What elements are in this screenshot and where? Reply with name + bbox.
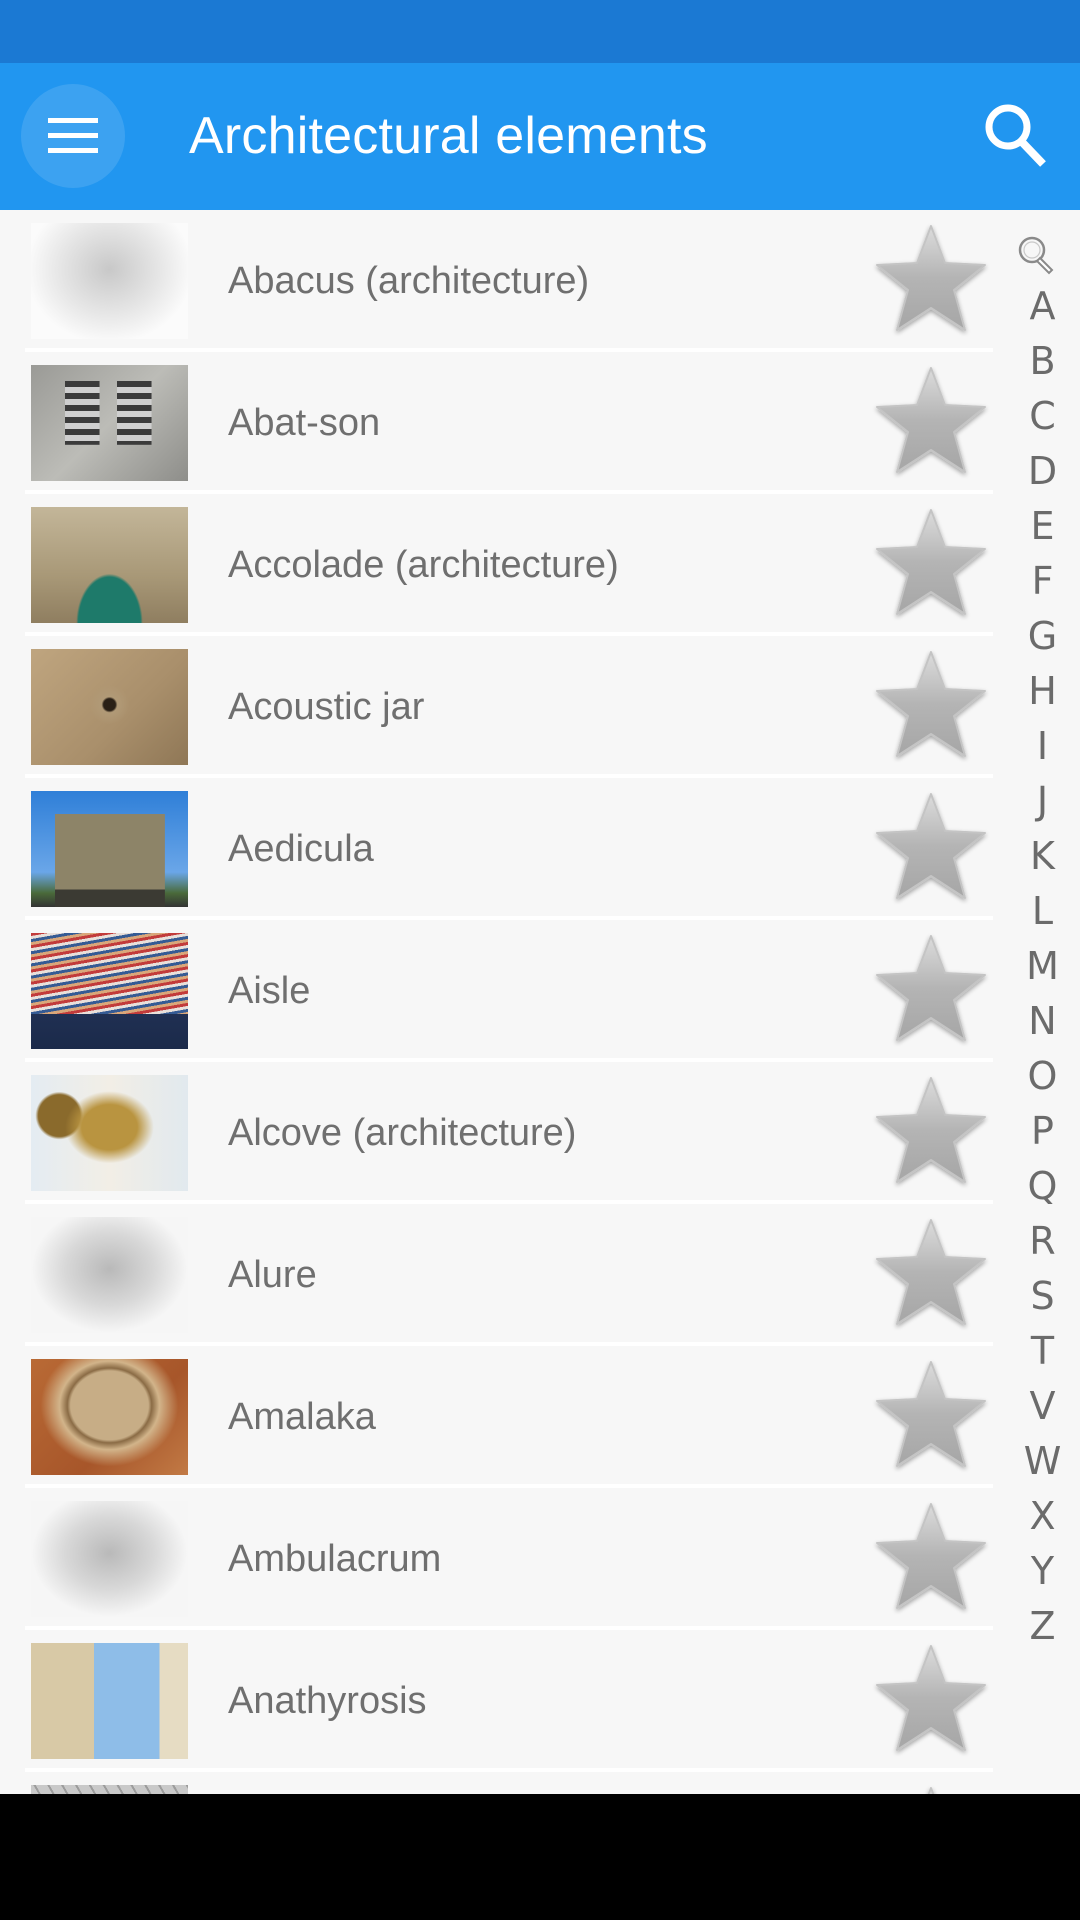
thumbnail-image: [31, 933, 188, 1049]
index-letter[interactable]: F: [1005, 561, 1080, 601]
list-item-label: Alcove (architecture): [228, 1112, 577, 1154]
alphabet-index[interactable]: ABCDEFGHIJKLMNOPQRSTVWXYZ: [1005, 210, 1080, 1794]
list-item-label: Aisle: [228, 970, 311, 1012]
thumbnail-image: [31, 223, 188, 339]
index-letter[interactable]: V: [1005, 1386, 1080, 1426]
list-item[interactable]: Amalaka: [0, 1346, 1000, 1488]
index-letter[interactable]: Z: [1005, 1606, 1080, 1646]
thumbnail-image: [31, 1785, 188, 1794]
navigation-bar: [0, 1794, 1080, 1920]
star-icon: [876, 1219, 986, 1325]
menu-button[interactable]: [21, 84, 125, 188]
star-icon: [876, 1077, 986, 1183]
favorite-button[interactable]: [869, 1356, 993, 1476]
element-list[interactable]: Abacus (architecture) Abat-son Accolade (a…: [0, 210, 1080, 1794]
star-icon: [876, 367, 986, 473]
index-letter[interactable]: L: [1005, 891, 1080, 931]
list-item[interactable]: Ambulacrum: [0, 1488, 1000, 1630]
star-icon: [876, 509, 986, 615]
list-item[interactable]: Accolade (architecture): [0, 494, 1000, 636]
favorite-button[interactable]: [869, 362, 993, 482]
index-letter[interactable]: X: [1005, 1496, 1080, 1536]
thumbnail-image: [31, 649, 188, 765]
magnifier-icon[interactable]: [1015, 234, 1057, 276]
favorite-button[interactable]: [869, 220, 993, 340]
thumbnail-image: [31, 1501, 188, 1617]
index-letter[interactable]: H: [1005, 671, 1080, 711]
favorite-button[interactable]: [869, 1640, 993, 1760]
index-letter[interactable]: Q: [1005, 1166, 1080, 1206]
index-letter[interactable]: W: [1005, 1441, 1080, 1481]
index-letter[interactable]: E: [1005, 506, 1080, 546]
favorite-button[interactable]: [869, 1214, 993, 1334]
list-item[interactable]: [0, 1772, 1000, 1794]
list-item[interactable]: Aisle: [0, 920, 1000, 1062]
list-item[interactable]: Abat-son: [0, 352, 1000, 494]
thumbnail-image: [31, 507, 188, 623]
index-letter[interactable]: O: [1005, 1056, 1080, 1096]
index-letter[interactable]: D: [1005, 451, 1080, 491]
star-icon: [876, 651, 986, 757]
star-icon: [876, 793, 986, 899]
list-item[interactable]: Alcove (architecture): [0, 1062, 1000, 1204]
thumbnail-image: [31, 1643, 188, 1759]
thumbnail-image: [31, 1217, 188, 1333]
list-item-label: Ambulacrum: [228, 1538, 442, 1580]
star-icon: [876, 1645, 986, 1751]
star-icon: [927, 1787, 935, 1794]
index-letter[interactable]: N: [1005, 1001, 1080, 1041]
index-letter[interactable]: C: [1005, 396, 1080, 436]
index-letter[interactable]: I: [1005, 726, 1080, 766]
star-icon: [876, 1503, 986, 1609]
index-letter[interactable]: J: [1005, 781, 1080, 821]
index-letter[interactable]: Y: [1005, 1551, 1080, 1591]
list-item[interactable]: Anathyrosis: [0, 1630, 1000, 1772]
index-letter[interactable]: T: [1005, 1331, 1080, 1371]
status-bar: [0, 0, 1080, 63]
star-icon: [876, 225, 986, 331]
thumbnail-image: [31, 1359, 188, 1475]
list-item[interactable]: Aedicula: [0, 778, 1000, 920]
star-icon: [876, 1361, 986, 1467]
favorite-button[interactable]: [869, 646, 993, 766]
list-item-label: Aedicula: [228, 828, 374, 870]
list-item[interactable]: Abacus (architecture): [0, 210, 1000, 352]
index-letter[interactable]: K: [1005, 836, 1080, 876]
list-item-label: Accolade (architecture): [228, 544, 619, 586]
index-letter[interactable]: A: [1005, 286, 1080, 326]
index-letter[interactable]: S: [1005, 1276, 1080, 1316]
thumbnail-image: [31, 791, 188, 907]
list-item[interactable]: Alure: [0, 1204, 1000, 1346]
list-item-label: Acoustic jar: [228, 686, 425, 728]
thumbnail-image: [31, 365, 188, 481]
index-letter[interactable]: B: [1005, 341, 1080, 381]
star-icon: [876, 935, 986, 1041]
list-item-label: Alure: [228, 1254, 317, 1296]
favorite-button[interactable]: [869, 1782, 993, 1794]
index-letter[interactable]: P: [1005, 1111, 1080, 1151]
search-icon: [985, 104, 1046, 167]
index-letter[interactable]: R: [1005, 1221, 1080, 1261]
list-item-label: Abat-son: [228, 402, 381, 444]
thumbnail-image: [31, 1075, 188, 1191]
favorite-button[interactable]: [869, 788, 993, 908]
favorite-button[interactable]: [869, 930, 993, 1050]
search-button[interactable]: [975, 93, 1065, 183]
page-title: Architectural elements: [189, 107, 708, 165]
list-item-label: Anathyrosis: [228, 1680, 427, 1722]
index-letter[interactable]: G: [1005, 616, 1080, 656]
favorite-button[interactable]: [869, 1072, 993, 1192]
favorite-button[interactable]: [869, 1498, 993, 1618]
app-bar: Architectural elements: [0, 63, 1080, 210]
list-item-label: Abacus (architecture): [228, 260, 590, 302]
list-item[interactable]: Acoustic jar: [0, 636, 1000, 778]
favorite-button[interactable]: [869, 504, 993, 624]
index-letter[interactable]: M: [1005, 946, 1080, 986]
list-item-label: Amalaka: [228, 1396, 376, 1438]
